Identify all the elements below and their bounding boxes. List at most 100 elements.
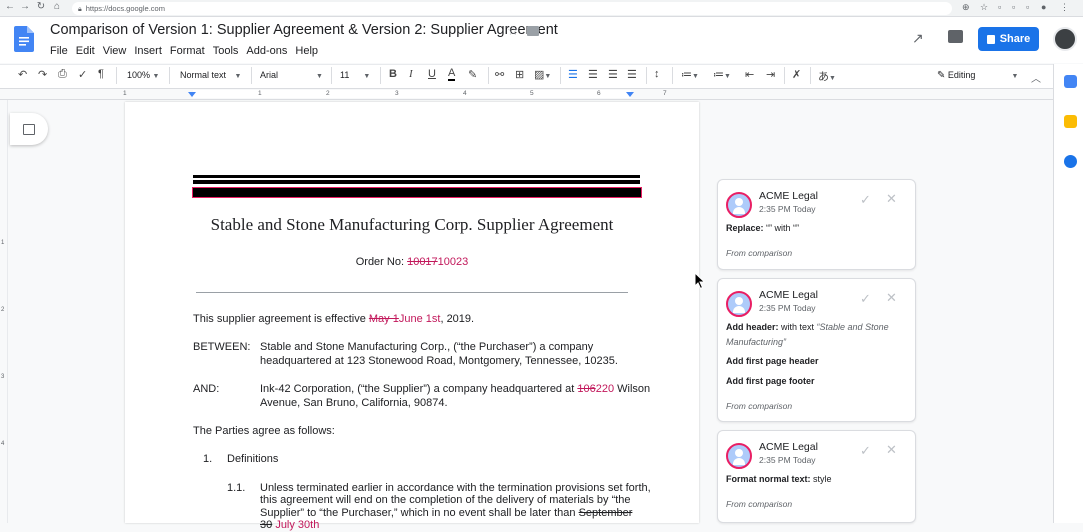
spellcheck-icon[interactable]: ✓ — [78, 68, 87, 81]
resolve-check-icon[interactable]: ✓ — [860, 443, 871, 459]
extension-icon[interactable]: ▫ — [998, 2, 1001, 12]
style-select[interactable]: Normal text ▼ — [180, 70, 241, 80]
order-number[interactable]: Order No: 1001710023 — [193, 256, 631, 268]
insert-image-icon[interactable]: ▨▼ — [534, 68, 551, 81]
add-comment-icon[interactable]: ⊞ — [515, 68, 524, 81]
browser-toolbar: ← → ↻ ⌂ 🔒︎ https://docs.google.com ⊕ ☆ ▫ … — [0, 0, 1083, 17]
inserted-text: July 30th — [275, 519, 320, 531]
calendar-icon[interactable] — [1064, 75, 1077, 88]
browser-menu-icon[interactable]: ⋮ — [1060, 2, 1069, 13]
profile-icon[interactable]: ● — [1041, 2, 1046, 12]
agreement-title[interactable]: Stable and Stone Manufacturing Corp. Sup… — [193, 215, 631, 235]
header-highlight-box[interactable] — [192, 187, 642, 198]
print-icon[interactable]: ⎙ — [58, 68, 67, 81]
comment-action: Format normal text: — [726, 474, 811, 484]
share-button[interactable]: Share — [978, 27, 1039, 51]
document-title[interactable]: Comparison of Version 1: Supplier Agreem… — [50, 22, 558, 38]
menu-format[interactable]: Format — [170, 45, 205, 57]
zoom-icon[interactable]: ⊕ — [962, 2, 970, 13]
bulleted-list-icon[interactable]: ≔▼ — [713, 68, 731, 81]
deleted-text: September — [578, 507, 633, 519]
italic-icon[interactable]: I — [409, 68, 413, 80]
resolve-check-icon[interactable]: ✓ — [860, 291, 871, 307]
comment-action: Add first page header — [726, 356, 819, 366]
editing-mode-select[interactable]: ✎ Editing ▼ — [937, 70, 1018, 81]
undo-icon[interactable]: ↶ — [18, 68, 27, 81]
text-color-icon[interactable]: A — [448, 68, 456, 81]
font-select[interactable]: Arial ▼ — [260, 70, 323, 80]
bold-icon[interactable]: B — [389, 68, 397, 80]
align-left-icon[interactable]: ☰ — [568, 68, 578, 81]
comment-history-icon[interactable] — [948, 30, 963, 43]
underline-icon[interactable]: U — [428, 68, 436, 80]
close-icon[interactable]: ✕ — [886, 290, 897, 306]
link-icon[interactable]: ⚯ — [495, 68, 504, 81]
align-right-icon[interactable]: ☰ — [608, 68, 618, 81]
highlight-icon[interactable]: ✎ — [468, 68, 477, 81]
ruler-number: 7 — [663, 90, 667, 97]
home-icon[interactable]: ⌂ — [50, 1, 64, 12]
parties-paragraph[interactable]: The Parties agree as follows: — [193, 424, 335, 438]
reload-icon[interactable]: ↻ — [34, 1, 48, 12]
numbered-list-icon[interactable]: ≔▼ — [681, 68, 699, 81]
comment-card[interactable]: ACME Legal 2:35 PM Today ✓ ✕ Replace: “”… — [717, 179, 916, 270]
avatar[interactable] — [1053, 27, 1077, 51]
comment-card[interactable]: ACME Legal 2:35 PM Today ✓ ✕ Add header:… — [717, 278, 916, 422]
increase-indent-icon[interactable]: ⇥ — [766, 68, 775, 81]
menu-edit[interactable]: Edit — [76, 45, 95, 57]
menu-file[interactable]: File — [50, 45, 68, 57]
keep-icon[interactable] — [1064, 115, 1077, 128]
menu-view[interactable]: View — [103, 45, 127, 57]
align-justify-icon[interactable]: ☰ — [627, 68, 637, 81]
resolve-check-icon[interactable]: ✓ — [860, 192, 871, 208]
between-line-1[interactable]: Stable and Stone Manufacturing Corp., (“… — [260, 340, 593, 354]
close-icon[interactable]: ✕ — [886, 191, 897, 207]
tasks-icon[interactable] — [1064, 155, 1077, 168]
bookmark-star-icon[interactable]: ☆ — [980, 2, 988, 13]
right-indent-marker[interactable] — [626, 92, 634, 97]
docs-logo-icon[interactable] — [14, 26, 34, 52]
and-line-1[interactable]: Ink-42 Corporation, (“the Supplier”) a c… — [260, 382, 650, 396]
between-line-2[interactable]: headquartered at 123 Stonewood Road, Mon… — [260, 354, 618, 368]
back-icon[interactable]: ← — [3, 1, 17, 12]
clause-line-4[interactable]: 30 July 30th — [260, 518, 319, 532]
extension-icon-2[interactable]: ▫ — [1012, 2, 1015, 12]
decrease-indent-icon[interactable]: ⇤ — [745, 68, 754, 81]
pencil-icon: ✎ — [937, 70, 946, 81]
avatar — [726, 192, 752, 218]
clause-line-2[interactable]: this agreement will end on the completio… — [260, 493, 631, 507]
font-size-select[interactable]: 11 ▼ — [340, 70, 370, 80]
line-spacing-icon[interactable]: ↕ — [654, 68, 660, 80]
menu-addons[interactable]: Add-ons — [246, 45, 287, 57]
input-tools-icon[interactable]: あ▼ — [818, 68, 836, 84]
definitions-heading[interactable]: Definitions — [227, 452, 278, 466]
forward-icon[interactable]: → — [18, 1, 32, 12]
paragraph-text: , 2019. — [440, 313, 475, 325]
extension-icon-3[interactable]: ▫ — [1026, 2, 1029, 12]
menu-tools[interactable]: Tools — [213, 45, 239, 57]
clear-formatting-icon[interactable]: ✗ — [792, 68, 801, 81]
paint-format-icon[interactable]: ¶ — [98, 68, 104, 80]
menu-help[interactable]: Help — [295, 45, 318, 57]
zoom-select[interactable]: 100% ▼ — [127, 70, 159, 80]
folder-icon[interactable] — [527, 26, 539, 36]
chevron-down-icon: ▼ — [692, 73, 699, 80]
document-outline-button[interactable] — [10, 113, 48, 145]
address-bar[interactable]: 🔒︎ https://docs.google.com — [72, 2, 952, 15]
comment-card[interactable]: ACME Legal 2:35 PM Today ✓ ✕ Format norm… — [717, 430, 916, 523]
comment-text: Add header: with text “Stable and Stone … — [726, 320, 911, 350]
chevron-up-icon[interactable]: ︿ — [1031, 70, 1041, 85]
effective-date-paragraph[interactable]: This supplier agreement is effective May… — [193, 312, 474, 326]
align-center-icon[interactable]: ☰ — [588, 68, 598, 81]
activity-trend-icon[interactable]: ↗ — [912, 30, 924, 47]
star-icon[interactable]: ☆ — [507, 23, 519, 39]
and-line-2[interactable]: Avenue, San Bruno, California, 90874. — [260, 396, 448, 410]
chevron-down-icon: ▼ — [829, 75, 836, 82]
comment-source: From comparison — [726, 499, 793, 509]
comment-action: Replace: — [726, 223, 764, 233]
redo-icon[interactable]: ↷ — [38, 68, 47, 81]
left-indent-marker[interactable] — [188, 92, 196, 97]
menu-insert[interactable]: Insert — [134, 45, 162, 57]
comment-source: From comparison — [726, 401, 793, 411]
close-icon[interactable]: ✕ — [886, 442, 897, 458]
